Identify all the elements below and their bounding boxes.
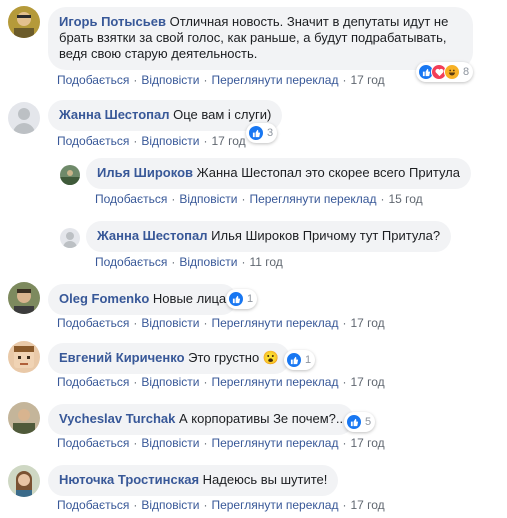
comment-actions: Подобається · Відповісти · Переглянути перек…	[57, 316, 385, 330]
comment-author[interactable]: Илья Широков	[97, 165, 193, 180]
comment-actions: Подобається · Відповісти · Переглянути перек…	[57, 375, 385, 389]
reply-button[interactable]: Відповісти	[141, 316, 199, 330]
comment-text: Илья Широков Причому тут Притула?	[211, 228, 441, 243]
like-reaction-icon	[286, 352, 302, 368]
comment-actions: Подобається · Відповісти · Переглянути перек…	[95, 192, 423, 206]
comment-bubble: Vycheslav Turchak А корпоративы Зе почем…	[48, 404, 355, 435]
comment-actions: Подобається · Відповісти · Переглянути перек…	[57, 498, 385, 512]
like-button[interactable]: Подобається	[57, 498, 129, 512]
comment-time[interactable]: 17 год	[350, 73, 384, 87]
reply-button[interactable]: Відповісти	[141, 436, 199, 450]
comment-bubble: Нюточка Тростинская Надеюсь вы шутите!	[48, 465, 339, 496]
like-reaction-icon	[346, 414, 362, 430]
reaction-count-value: 5	[365, 416, 372, 428]
like-button[interactable]: Подобається	[57, 375, 129, 389]
comment-author[interactable]: Vycheslav Turchak	[59, 411, 175, 426]
comment-text: Надеюсь вы шутите!	[202, 472, 328, 487]
comment-text: А корпоративы Зе почем?..	[178, 411, 344, 426]
comment-author[interactable]: Жанна Шестопал	[97, 228, 208, 243]
reaction-count-value: 1	[305, 354, 312, 366]
avatar[interactable]	[60, 228, 80, 248]
comment-bubble: Евгений Кириченко Это грустно 😮	[48, 343, 291, 374]
avatar[interactable]	[8, 102, 40, 134]
avatar[interactable]	[8, 6, 40, 38]
like-reaction-icon	[248, 125, 264, 141]
comment-time[interactable]: 11 год	[249, 255, 282, 269]
avatar[interactable]	[8, 341, 40, 373]
reply-button[interactable]: Відповісти	[141, 73, 199, 87]
reply-button[interactable]: Відповісти	[179, 255, 237, 269]
comment-time[interactable]: 17 год	[211, 134, 245, 148]
comment-time[interactable]: 17 год	[350, 498, 384, 512]
avatar[interactable]	[60, 165, 80, 185]
comment-text: Оце вам і слуги)	[173, 107, 272, 122]
reaction-count[interactable]: 3	[246, 123, 278, 143]
reaction-count[interactable]: 1	[284, 350, 316, 370]
like-button[interactable]: Подобається	[57, 134, 129, 148]
comment-text: Новые лица	[152, 291, 227, 306]
reply-button[interactable]: Відповісти	[141, 498, 199, 512]
comment-author[interactable]: Нюточка Тростинская	[59, 472, 199, 487]
comment-author[interactable]: Евгений Кириченко	[59, 350, 185, 365]
comment-actions: Подобається · Відповісти · 17 год	[57, 134, 246, 148]
reply-button[interactable]: Відповісти	[141, 375, 199, 389]
see-translation-button[interactable]: Переглянути переклад	[211, 73, 338, 87]
comment-bubble: Илья Широков Жанна Шестопал это скорее в…	[86, 158, 471, 189]
like-button[interactable]: Подобається	[95, 192, 167, 206]
reaction-count-value: 8	[463, 66, 470, 78]
like-reaction-icon	[228, 291, 244, 307]
comment-actions: Подобається · Відповісти · Переглянути перек…	[57, 73, 385, 87]
comment-text: Это грустно	[188, 350, 260, 365]
comment-actions: Подобається · Відповісти · 11 год	[95, 255, 283, 269]
avatar[interactable]	[8, 465, 40, 497]
like-button[interactable]: Подобається	[95, 255, 167, 269]
see-translation-button[interactable]: Переглянути переклад	[211, 316, 338, 330]
reaction-count-value: 3	[267, 127, 274, 139]
like-button[interactable]: Подобається	[57, 316, 129, 330]
reaction-count-value: 1	[247, 293, 254, 305]
comment-bubble: Игорь Потысьев Отличная новость. Значит …	[48, 7, 473, 70]
comment-text: Жанна Шестопал это скорее всего Притула	[196, 165, 460, 180]
reply-button[interactable]: Відповісти	[179, 192, 237, 206]
see-translation-button[interactable]: Переглянути переклад	[211, 436, 338, 450]
comment-author[interactable]: Жанна Шестопал	[59, 107, 170, 122]
see-translation-button[interactable]: Переглянути переклад	[211, 498, 338, 512]
reply-button[interactable]: Відповісти	[141, 134, 199, 148]
sad-emoji: 😮	[262, 350, 280, 365]
comment-actions: Подобається · Відповісти · Переглянути перек…	[57, 436, 385, 450]
reaction-count[interactable]: 8	[416, 62, 474, 82]
like-button[interactable]: Подобається	[57, 436, 129, 450]
reaction-count[interactable]: 1	[226, 289, 258, 309]
comment-time[interactable]: 17 год	[350, 316, 384, 330]
reaction-count[interactable]: 5	[344, 412, 376, 432]
like-button[interactable]: Подобається	[57, 73, 129, 87]
comment-author[interactable]: Игорь Потысьев	[59, 14, 166, 29]
comment-bubble: Oleg Fomenko Новые лица	[48, 284, 238, 315]
comment-bubble: Жанна Шестопал Илья Широков Причому тут …	[86, 221, 452, 252]
haha-reaction-icon	[444, 64, 460, 80]
comment-time[interactable]: 17 год	[350, 375, 384, 389]
comment-time[interactable]: 15 год	[388, 192, 422, 206]
comment-time[interactable]: 17 год	[350, 436, 384, 450]
avatar[interactable]	[8, 402, 40, 434]
comment-author[interactable]: Oleg Fomenko	[59, 291, 149, 306]
see-translation-button[interactable]: Переглянути переклад	[249, 192, 376, 206]
see-translation-button[interactable]: Переглянути переклад	[211, 375, 338, 389]
avatar[interactable]	[8, 282, 40, 314]
